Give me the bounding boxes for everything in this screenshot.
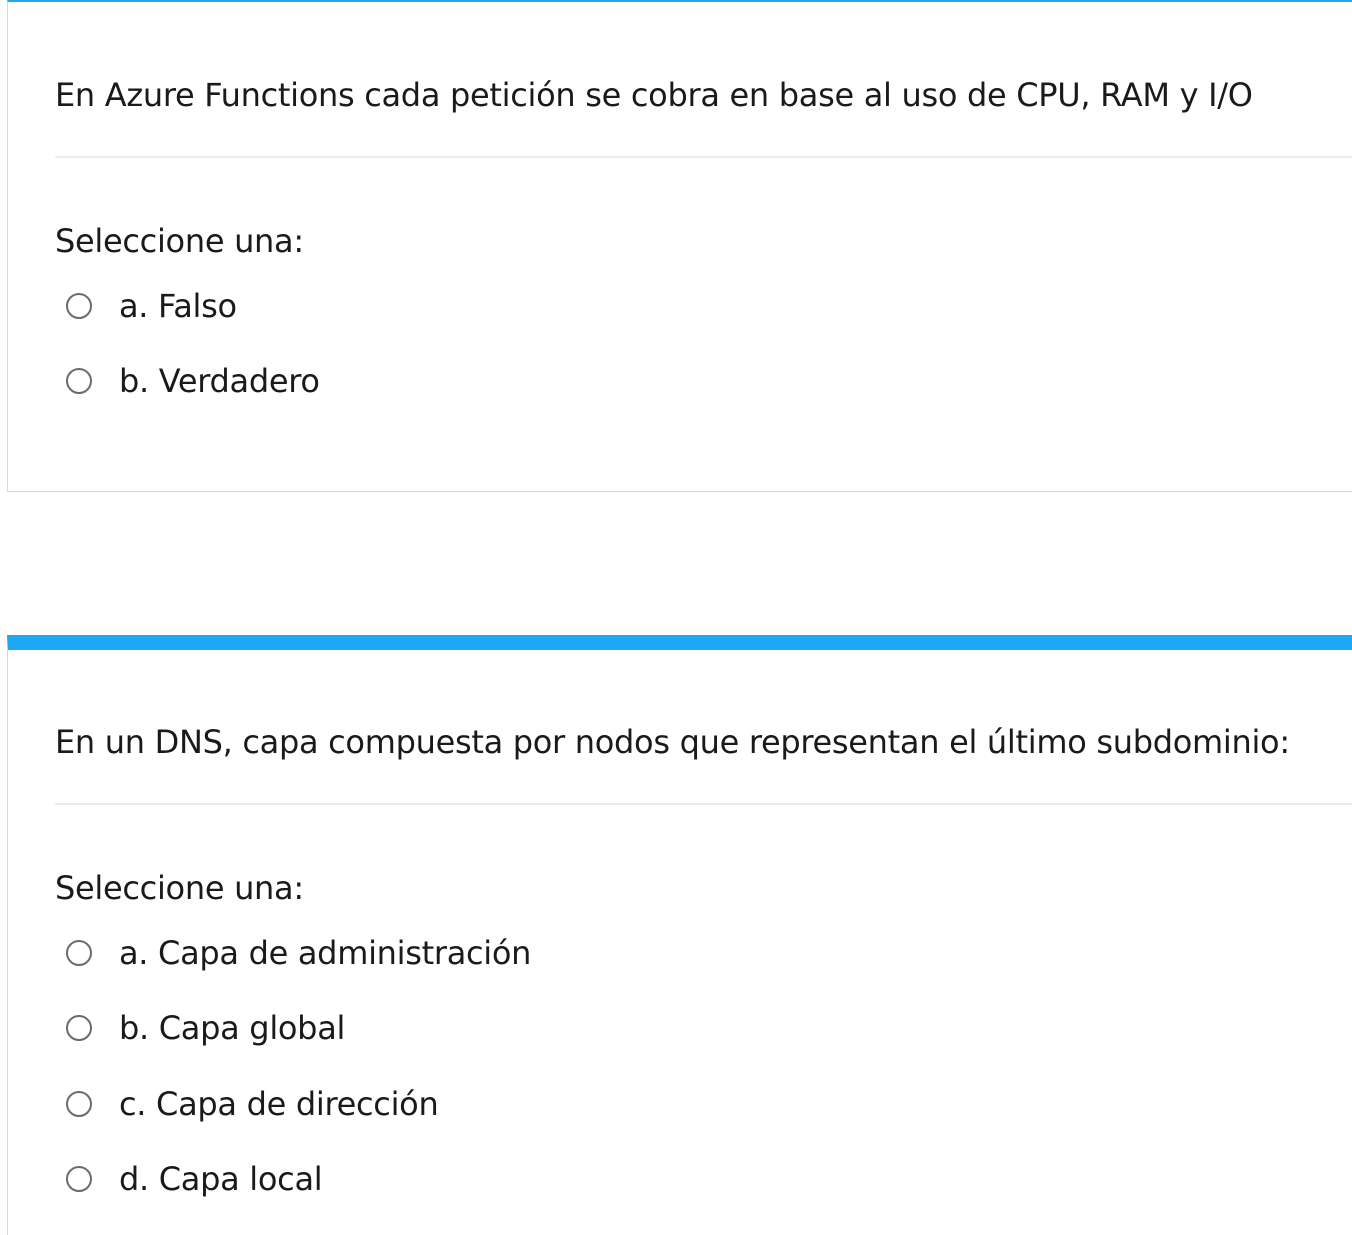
radio-unselected-icon[interactable] xyxy=(66,1015,92,1041)
option-label[interactable]: b. Verdadero xyxy=(119,361,320,401)
option-a[interactable]: a. Capa de administración xyxy=(66,931,531,975)
option-label[interactable]: d. Capa local xyxy=(119,1159,323,1199)
radio-unselected-icon[interactable] xyxy=(66,940,92,966)
question-text: En un DNS, capa compuesta por nodos que … xyxy=(55,723,1290,761)
radio-unselected-icon[interactable] xyxy=(66,1091,92,1117)
option-a[interactable]: a. Falso xyxy=(66,284,237,328)
divider xyxy=(55,803,1352,805)
option-label[interactable]: a. Falso xyxy=(119,286,237,326)
radio-unselected-icon[interactable] xyxy=(66,293,92,319)
option-b[interactable]: b. Verdadero xyxy=(66,359,320,403)
select-prompt: Seleccione una: xyxy=(55,869,304,907)
radio-unselected-icon[interactable] xyxy=(66,1166,92,1192)
radio-unselected-icon[interactable] xyxy=(66,368,92,394)
option-b[interactable]: b. Capa global xyxy=(66,1006,345,1050)
question-text: En Azure Functions cada petición se cobr… xyxy=(55,76,1253,114)
option-label[interactable]: b. Capa global xyxy=(119,1008,345,1048)
option-label[interactable]: c. Capa de dirección xyxy=(119,1084,439,1124)
option-d[interactable]: d. Capa local xyxy=(66,1157,323,1201)
question-card-1: En Azure Functions cada petición se cobr… xyxy=(7,0,1352,492)
divider xyxy=(55,156,1352,158)
select-prompt: Seleccione una: xyxy=(55,222,304,260)
option-c[interactable]: c. Capa de dirección xyxy=(66,1082,439,1126)
option-label[interactable]: a. Capa de administración xyxy=(119,933,531,973)
question-card-2: En un DNS, capa compuesta por nodos que … xyxy=(7,635,1352,1235)
